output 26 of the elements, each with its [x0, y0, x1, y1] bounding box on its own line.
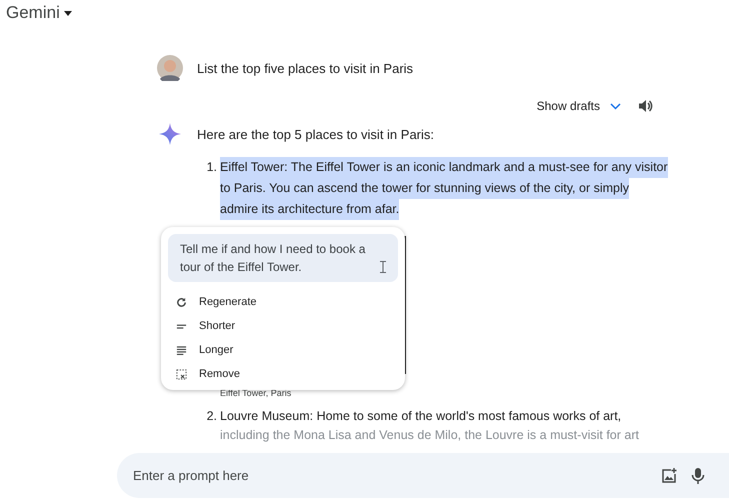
prompt-input[interactable]: Enter a prompt here — [131, 467, 647, 484]
menu-option[interactable]: Longer — [168, 338, 398, 362]
model-selector[interactable]: Gemini — [0, 0, 78, 26]
menu-option[interactable]: Shorter — [168, 314, 398, 338]
microphone-icon[interactable] — [691, 466, 705, 484]
prompt-field[interactable]: Enter a prompt here — [117, 453, 729, 498]
edit-field[interactable]: Tell me if and how I need to book a tour of the Eiffel Tower. — [168, 234, 398, 282]
avatar — [157, 55, 183, 81]
text-cursor-icon — [380, 261, 386, 273]
dashed-box-x-icon — [176, 368, 187, 380]
user-prompt: List the top five places to visit in Paris — [197, 60, 414, 78]
speaker-icon[interactable] — [639, 99, 654, 113]
response-intro: Here are the top 5 places to visit in Paris: — [197, 126, 434, 144]
faded-text: including the Mona Lisa and Venus de Milo, the Louvre is a must-visit for art — [220, 427, 639, 444]
show-drafts-button[interactable]: Show drafts — [536, 99, 621, 113]
menu-option[interactable]: Regenerate — [168, 290, 398, 314]
list-number: 1. — [206, 159, 217, 176]
caret-icon — [64, 10, 72, 16]
sparkle-icon — [157, 121, 183, 147]
list-number: 2. — [206, 408, 217, 425]
add-image-icon[interactable] — [661, 468, 677, 484]
long-lines-icon — [176, 344, 187, 356]
menu-option[interactable]: Remove — [168, 362, 398, 386]
chevron-down-icon — [610, 102, 621, 110]
list-item-line: Louvre Museum: Home to some of the world's most famous works of art, — [220, 408, 622, 425]
refresh-icon — [176, 296, 187, 308]
